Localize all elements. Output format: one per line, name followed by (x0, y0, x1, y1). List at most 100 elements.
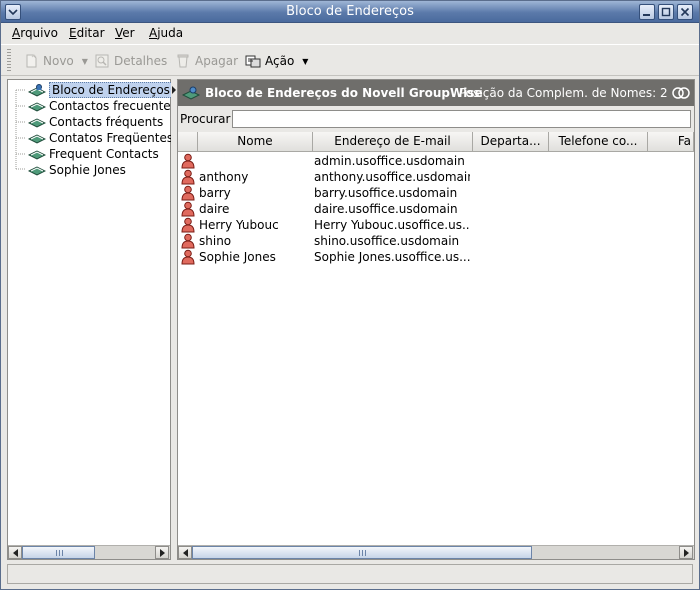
tree-item-frequent-contacts[interactable]: Frequent Contacts (28, 146, 159, 162)
tree-item-contactos-frecuentes[interactable]: Contactos frecuentes (28, 98, 177, 114)
column-header-department[interactable]: Departa... (473, 132, 549, 152)
menu-editar[interactable]: Editar (69, 26, 105, 40)
contact-icon (181, 201, 195, 217)
search-row: Procurar (178, 106, 694, 132)
search-input[interactable] (232, 110, 691, 128)
contact-icon (181, 185, 195, 201)
window-title: Bloco de Endereços (286, 4, 414, 19)
column-header-fax[interactable]: Fa (648, 132, 694, 152)
new-button-label: Novo (43, 54, 74, 68)
menu-ajuda[interactable]: Ajuda (149, 26, 183, 40)
menu-mnemonic: A (12, 26, 21, 40)
contact-row[interactable]: Herry Yubouc Herry Yubouc.usoffice.us... (178, 217, 694, 233)
column-header-phone[interactable]: Telefone co... (549, 132, 648, 152)
dropdown-arrow-icon[interactable]: ▼ (82, 57, 88, 66)
tree-horizontal-scrollbar[interactable] (8, 545, 170, 559)
name-completion-icon[interactable] (672, 86, 690, 100)
maximize-button[interactable] (658, 4, 674, 20)
address-book-icon (28, 150, 46, 160)
menu-arquivo[interactable]: Arquivo (12, 26, 58, 40)
menu-label: er (122, 26, 135, 40)
contact-icon (181, 169, 195, 185)
details-icon (95, 54, 109, 68)
name-completion-position: Posição da Complem. de Nomes: 2 (459, 86, 668, 100)
menu-mnemonic: E (69, 26, 77, 40)
arrow-left-icon (183, 549, 188, 557)
delete-button[interactable]: Apagar (175, 52, 238, 70)
address-book-icon (28, 166, 46, 176)
contact-name: barry (199, 186, 231, 200)
details-button[interactable]: Detalhes (94, 52, 167, 70)
contacts-pane: Bloco de Endereços do Novell GroupWise P… (177, 79, 695, 560)
close-button[interactable] (677, 4, 693, 20)
scrollbar-grip (55, 550, 63, 556)
tree-item-bloco-de-enderecos[interactable]: Bloco de Endereços (28, 82, 173, 98)
banner-title: Bloco de Endereços do Novell GroupWise (205, 86, 483, 100)
address-book-window: Bloco de Endereços Arquivo Editar Ver Aj… (0, 0, 700, 590)
menu-label: juda (157, 26, 184, 40)
contact-email: Herry Yubouc.usoffice.us... (314, 218, 470, 232)
contact-name: shino (199, 234, 232, 248)
action-icon (245, 55, 261, 68)
action-button-label: Ação (265, 54, 295, 68)
contact-name: Herry Yubouc (199, 218, 279, 232)
menu-label: ditar (76, 26, 105, 40)
scrollbar-grip (359, 550, 366, 556)
scroll-left-button[interactable] (8, 546, 22, 559)
delete-button-label: Apagar (195, 54, 239, 68)
contact-row[interactable]: admin.usoffice.usdomain (178, 153, 694, 169)
column-header-icon[interactable] (178, 132, 198, 152)
address-book-icon (28, 84, 46, 97)
contact-icon (181, 233, 195, 249)
tree-item-contatos-frequentes[interactable]: Contatos Freqüentes (28, 130, 173, 146)
column-header-email[interactable]: Endereço de E-mail (313, 132, 473, 152)
arrow-right-icon (160, 549, 165, 557)
menu-bar: Arquivo Editar Ver Ajuda (1, 23, 699, 43)
contact-email: barry.usoffice.usdomain (314, 186, 458, 200)
contact-icon (181, 153, 195, 169)
contacts-horizontal-scrollbar[interactable] (178, 545, 694, 559)
scrollbar-thumb[interactable] (22, 546, 95, 559)
scroll-right-button[interactable] (679, 546, 693, 559)
address-book-banner: Bloco de Endereços do Novell GroupWise P… (178, 80, 694, 106)
contact-name: anthony (199, 170, 249, 184)
title-bar[interactable]: Bloco de Endereços (1, 1, 699, 23)
tree-item-label: Bloco de Endereços (49, 82, 173, 98)
arrow-left-icon (13, 549, 18, 557)
contact-icon (181, 249, 195, 265)
tree-item-label: Frequent Contacts (49, 147, 159, 161)
contact-row[interactable]: shino shino.usoffice.usdomain (178, 233, 694, 249)
close-icon (680, 7, 690, 17)
scrollbar-thumb[interactable] (192, 546, 532, 559)
dropdown-arrow-icon[interactable]: ▼ (302, 57, 308, 66)
tree-item-contacts-frequents[interactable]: Contacts fréquents (28, 114, 163, 130)
contact-email: Sophie Jones.usoffice.us... (314, 250, 470, 264)
contact-row[interactable]: anthony anthony.usoffice.usdomain (178, 169, 694, 185)
new-button[interactable]: Novo ▼ (23, 52, 88, 70)
tree-item-label: Contacts fréquents (49, 115, 164, 129)
contact-email: shino.usoffice.usdomain (314, 234, 460, 248)
menu-label: rquivo (20, 26, 58, 40)
contact-row[interactable]: barry barry.usoffice.usdomain (178, 185, 694, 201)
minimize-icon (643, 14, 650, 16)
contact-row[interactable]: daire daire.usoffice.usdomain (178, 201, 694, 217)
menu-ver[interactable]: Ver (115, 26, 135, 40)
contact-email: admin.usoffice.usdomain (314, 154, 465, 168)
action-button[interactable]: Ação ▼ (245, 52, 308, 70)
tree-item-label: Contatos Freqüentes (49, 131, 174, 145)
tree-item-label: Sophie Jones (49, 163, 126, 177)
contact-row[interactable]: Sophie Jones Sophie Jones.usoffice.us... (178, 249, 694, 265)
contact-email: daire.usoffice.usdomain (314, 202, 458, 216)
address-book-tree[interactable]: Bloco de Endereços Contactos frecuentes … (7, 79, 177, 560)
address-book-icon (28, 118, 46, 128)
search-label: Procurar (180, 112, 231, 126)
minimize-button[interactable] (639, 4, 655, 20)
column-header-name[interactable]: Nome (198, 132, 313, 152)
toolbar-grip[interactable] (7, 49, 11, 71)
tree-item-sophie-jones[interactable]: Sophie Jones (28, 162, 126, 178)
address-book-icon (182, 86, 201, 100)
scroll-right-button[interactable] (155, 546, 169, 559)
address-book-icon (28, 102, 46, 112)
contact-name: daire (199, 202, 230, 216)
scroll-left-button[interactable] (178, 546, 192, 559)
